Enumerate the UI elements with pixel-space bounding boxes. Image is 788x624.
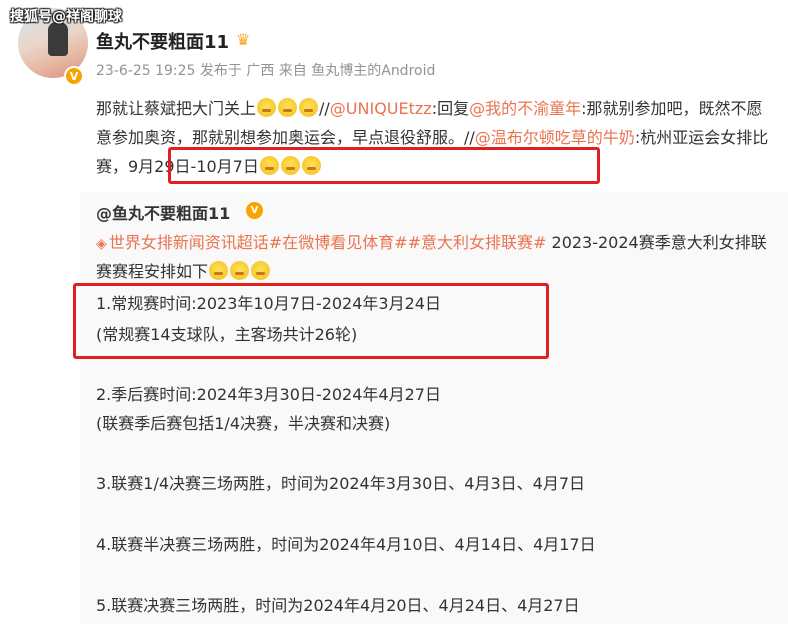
- separator: //: [464, 128, 475, 147]
- emoji-icon: [299, 98, 319, 117]
- emoji-icon: [259, 156, 279, 175]
- schedule-line: 4.联赛半决赛三场两胜，时间为2024年4月10日、4月14日、4月17日: [96, 535, 596, 554]
- verified-badge-icon: V: [64, 66, 84, 86]
- reply-label: :回复: [431, 99, 470, 118]
- schedule-line: 5.联赛决赛三场两胜，时间为2024年4月20日、4月24日、4月27日: [96, 596, 580, 615]
- repost-author-name[interactable]: @鱼丸不要粗面11: [96, 200, 230, 224]
- post-text: 那就让蔡斌把大门关上//@UNIQUEtzz:回复@我的不渝童年:那就别参加吧，…: [96, 94, 776, 181]
- avatar-figure-shape: [48, 22, 68, 56]
- schedule-line: 2.季后赛时间:2024年3月30日-2024年4月27日: [96, 385, 441, 404]
- emoji-icon: [278, 98, 298, 117]
- schedule-line: 3.联赛1/4决赛三场两胜，时间为2024年3月30日、4月3日、4月7日: [96, 474, 585, 493]
- repost-intro: ◈ 世界女排新闻资讯超话#在微博看见体育##意大利女排联赛# 2023-2024赛…: [96, 229, 776, 285]
- mention-link[interactable]: @我的不渝童年: [469, 99, 581, 118]
- emoji-icon: [251, 261, 271, 280]
- emoji-icon: [257, 98, 277, 117]
- schedule-line: 1.常规赛时间:2023年10月7日-2024年3月24日: [96, 294, 441, 313]
- post-text-part1: 那就让蔡斌把大门关上: [96, 99, 257, 118]
- diamond-topic-icon: ◈: [96, 236, 107, 252]
- emoji-icon: [230, 261, 250, 280]
- mention-link[interactable]: @UNIQUEtzz: [330, 99, 432, 118]
- post-author-name[interactable]: 鱼丸不要粗面11: [96, 28, 229, 54]
- verified-badge-icon: V: [246, 202, 263, 219]
- post-meta: 23-6-25 19:25 发布于 广西 来自 鱼丸博主的Android: [96, 63, 436, 79]
- crown-icon: ♛: [236, 30, 251, 49]
- emoji-icon: [209, 261, 229, 280]
- separator: //: [319, 99, 330, 118]
- schedule-line: (常规赛14支球队，主客场共计26轮): [96, 325, 358, 344]
- watermark: 搜狐号@祥阁聊球: [10, 9, 122, 25]
- emoji-icon: [301, 156, 321, 175]
- emoji-icon: [280, 156, 300, 175]
- schedule-line: (联赛季后赛包括1/4决赛，半决赛和决赛): [96, 414, 391, 433]
- topic-link[interactable]: 世界女排新闻资讯超话#在微博看见体育##意大利女排联赛#: [109, 233, 547, 252]
- mention-link[interactable]: @温布尔顿吃草的牛奶: [475, 128, 635, 147]
